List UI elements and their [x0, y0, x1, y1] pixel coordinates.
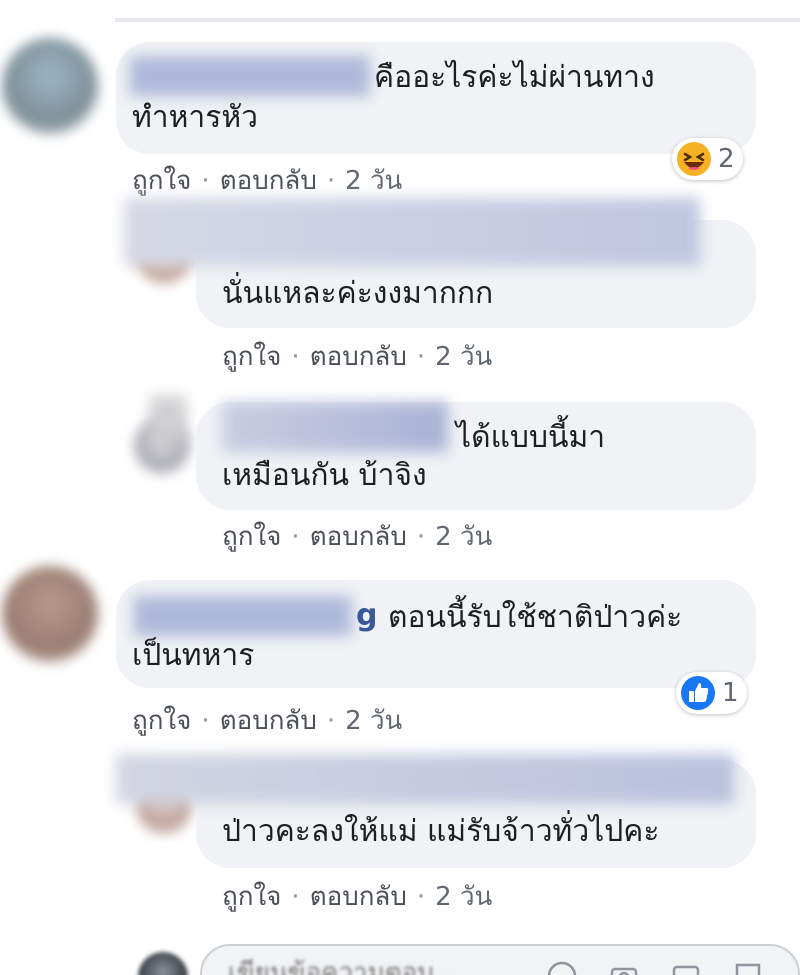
comment-text: ตอนนี้รับใช้ชาติป่าวค่ะ — [388, 600, 683, 635]
separator: · — [326, 165, 336, 196]
like-link[interactable]: ถูกใจ — [222, 876, 281, 917]
reaction-badge[interactable]: 1 — [676, 672, 747, 714]
comment-text: ทำหารหัว — [132, 100, 258, 135]
like-thumb-icon — [681, 676, 715, 710]
timestamp[interactable]: 2 วัน — [435, 876, 492, 917]
comment-actions: ถูกใจ · ตอบกลับ · 2 วัน — [222, 336, 492, 377]
top-divider — [115, 18, 800, 22]
comment-text: เหมือนกัน บ้าจิง — [222, 458, 427, 493]
author-name-blurred[interactable] — [130, 56, 370, 96]
comment-text: เป็นทหาร — [132, 638, 255, 673]
reply-link[interactable]: ตอบกลับ — [310, 516, 407, 557]
reply-link[interactable]: ตอบกลับ — [220, 160, 317, 201]
haha-emoji-icon — [677, 142, 711, 176]
timestamp[interactable]: 2 วัน — [435, 336, 492, 377]
comment-actions: ถูกใจ · ตอบกลับ · 2 วัน — [132, 700, 402, 741]
comment-text: ได้แบบนี้มา — [456, 420, 606, 455]
separator: · — [291, 341, 300, 372]
avatar-blurred — [150, 396, 186, 440]
emoji-icon[interactable] — [546, 960, 578, 975]
separator: · — [291, 881, 300, 912]
avatar[interactable] — [2, 566, 98, 662]
comment-actions: ถูกใจ · ตอบกลับ · 2 วัน — [132, 160, 402, 201]
reply-input[interactable] — [228, 958, 528, 975]
separator: · — [416, 881, 426, 912]
user-avatar[interactable] — [138, 952, 188, 975]
like-link[interactable]: ถูกใจ — [132, 700, 191, 741]
separator: · — [326, 705, 336, 736]
timestamp[interactable]: 2 วัน — [435, 516, 492, 557]
avatar[interactable] — [2, 38, 98, 134]
timestamp[interactable]: 2 วัน — [345, 700, 402, 741]
comment-text: คืออะไรค่ะไม่ผ่านทาง — [374, 60, 655, 95]
author-name-blurred[interactable] — [222, 402, 448, 452]
gif-icon[interactable] — [670, 960, 702, 975]
separator: · — [291, 521, 300, 552]
comment-text: ป่าวคะลงให้แม่ แม่รับจ้าวทั่วไปคะ — [222, 814, 660, 849]
like-link[interactable]: ถูกใจ — [132, 160, 191, 201]
separator: · — [416, 521, 426, 552]
author-name-blurred[interactable] — [134, 596, 352, 636]
camera-icon[interactable] — [608, 960, 640, 975]
reaction-badge[interactable]: 2 — [672, 138, 743, 180]
reaction-count: 1 — [722, 678, 739, 708]
reply-link[interactable]: ตอบกลับ — [220, 700, 317, 741]
author-name[interactable]: g — [356, 598, 377, 633]
like-link[interactable]: ถูกใจ — [222, 516, 281, 557]
sticker-icon[interactable] — [732, 960, 764, 975]
separator: · — [416, 341, 426, 372]
author-name-blurred[interactable] — [124, 198, 700, 266]
reply-link[interactable]: ตอบกลับ — [310, 876, 407, 917]
reaction-count: 2 — [718, 144, 735, 174]
comment-text: นั่นแหละค่ะงงมากกก — [222, 276, 494, 311]
like-link[interactable]: ถูกใจ — [222, 336, 281, 377]
reply-composer — [200, 944, 800, 975]
separator: · — [201, 165, 210, 196]
comment-actions: ถูกใจ · ตอบกลับ · 2 วัน — [222, 516, 492, 557]
author-name-blurred[interactable] — [116, 754, 734, 804]
reply-link[interactable]: ตอบกลับ — [310, 336, 407, 377]
timestamp[interactable]: 2 วัน — [345, 160, 402, 201]
comment-actions: ถูกใจ · ตอบกลับ · 2 วัน — [222, 876, 492, 917]
separator: · — [201, 705, 210, 736]
